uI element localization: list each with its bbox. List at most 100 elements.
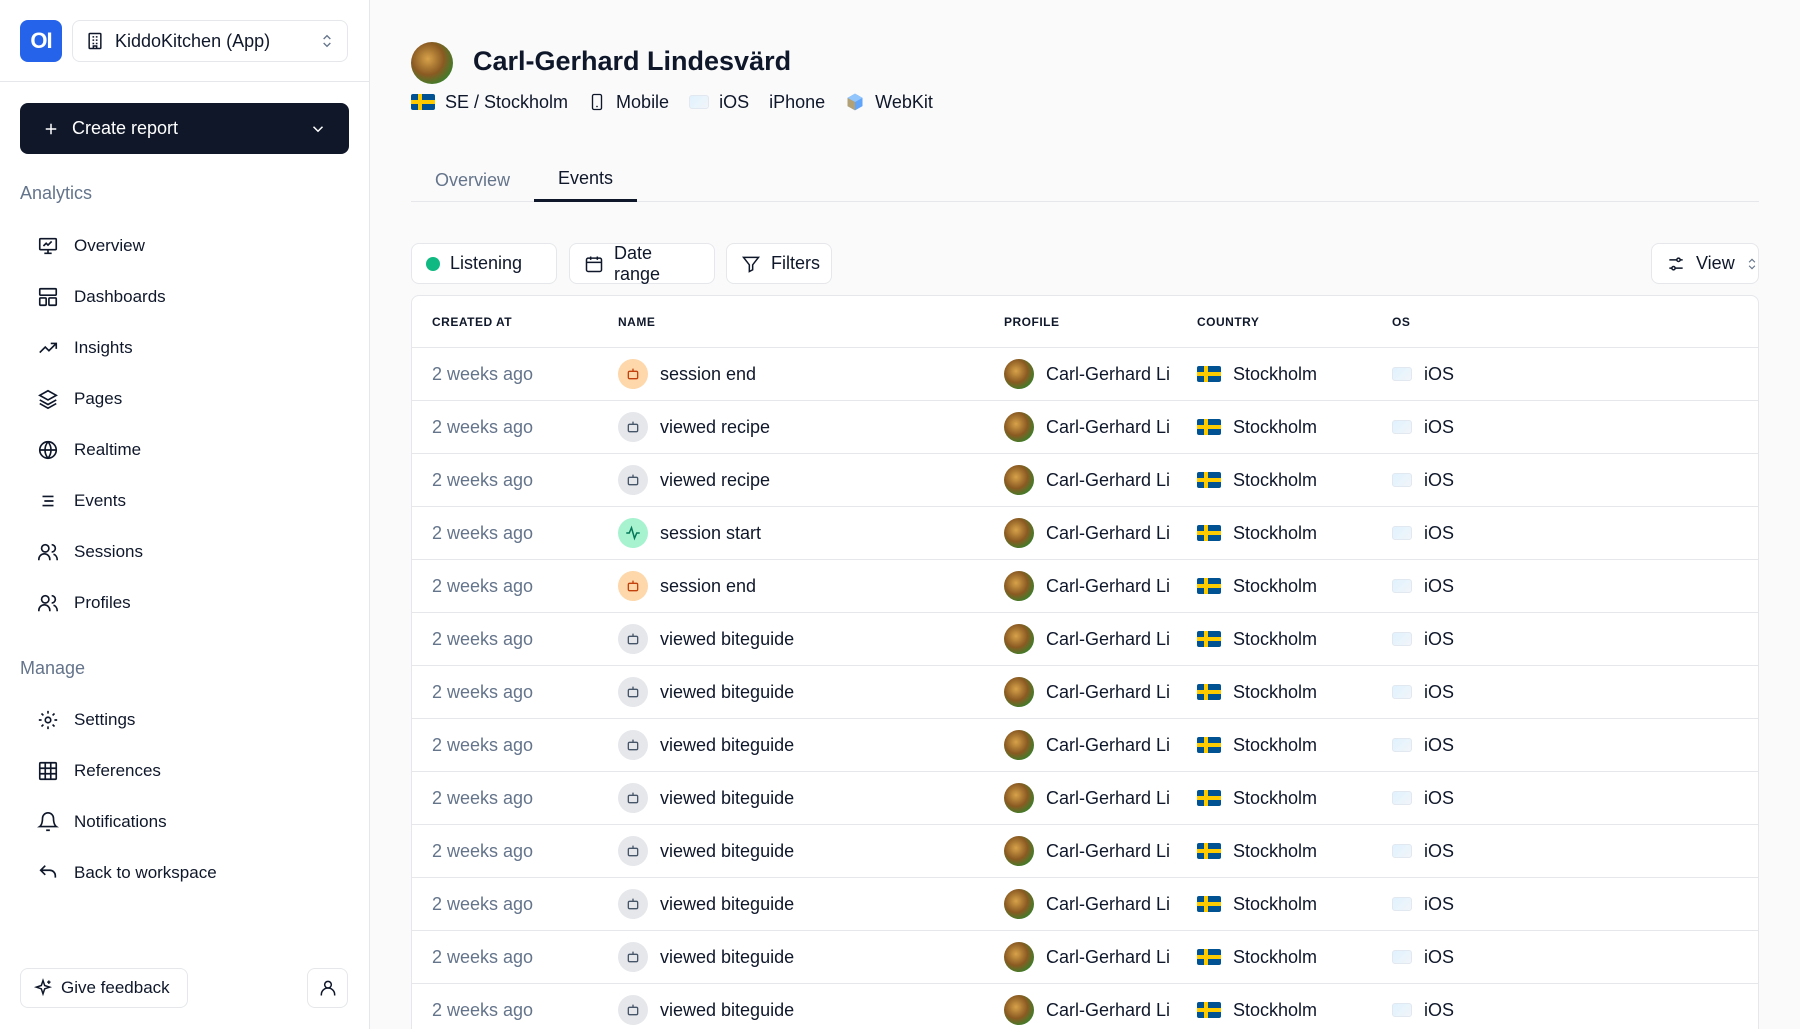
profile-cell[interactable]: Carl-Gerhard Li [1004,931,1170,983]
profile-name-text: Carl-Gerhard Li [1046,575,1171,596]
view-button[interactable]: View [1651,243,1759,284]
filter-icon [741,254,761,274]
sidebar-item-notifications[interactable]: Notifications [36,804,167,840]
created-at-cell: 2 weeks ago [432,878,533,930]
sidebar-item-insights[interactable]: Insights [36,330,133,366]
chevrons-up-down-icon [319,33,335,49]
name-cell[interactable]: viewed biteguide [618,666,794,718]
table-row[interactable]: 2 weeks ago viewed biteguide Carl-Gerhard … [412,772,1758,825]
profile-cell[interactable]: Carl-Gerhard Li [1004,666,1170,718]
name-cell[interactable]: session end [618,348,756,400]
tab-overview[interactable]: Overview [411,158,534,202]
give-feedback-button[interactable]: Give feedback [20,968,188,1008]
sidebar-item-dashboards[interactable]: Dashboards [36,279,166,315]
os-cell: iOS [1392,401,1454,453]
sidebar-item-back-to-workspace[interactable]: Back to workspace [36,855,217,891]
table-row[interactable]: 2 weeks ago viewed recipe Carl-Gerhard Li S… [412,401,1758,454]
sidebar-item-label: Back to workspace [74,863,217,882]
name-cell[interactable]: viewed biteguide [618,878,794,930]
header-created-at[interactable]: CREATED AT [432,315,512,329]
created-at-cell: 2 weeks ago [432,613,533,665]
name-cell[interactable]: session end [618,560,756,612]
profile-cell[interactable]: Carl-Gerhard Li [1004,613,1170,665]
profile-cell[interactable]: Carl-Gerhard Li [1004,772,1170,824]
name-cell[interactable]: viewed biteguide [618,719,794,771]
created-at-text: 2 weeks ago [432,787,534,808]
app-logo[interactable]: OI [20,20,62,62]
profile-cell[interactable]: Carl-Gerhard Li [1004,454,1170,506]
bot-icon [618,783,648,813]
events-toolbar: Listening Date range Filters View [411,243,1759,284]
sidebar-item-sessions[interactable]: Sessions [36,534,143,570]
chevron-down-icon[interactable] [309,120,327,138]
created-at-text: 2 weeks ago [432,893,534,914]
filters-label: Filters [771,253,820,273]
sidebar-item-overview[interactable]: Overview [36,228,145,264]
table-row[interactable]: 2 weeks ago viewed biteguide Carl-Gerhard … [412,931,1758,984]
presentation-icon [36,234,60,258]
name-cell[interactable]: viewed biteguide [618,772,794,824]
profile-cell[interactable]: Carl-Gerhard Li [1004,507,1170,559]
profile-cell[interactable]: Carl-Gerhard Li [1004,984,1170,1029]
header-profile[interactable]: PROFILE [1004,315,1060,329]
name-cell[interactable]: viewed recipe [618,454,770,506]
profile-name-text: Carl-Gerhard Li [1046,522,1171,543]
layout-icon [36,285,60,309]
name-cell[interactable]: viewed biteguide [618,825,794,877]
listening-button[interactable]: Listening [411,243,557,284]
header-country[interactable]: COUNTRY [1197,315,1259,329]
name-cell[interactable]: viewed recipe [618,401,770,453]
table-row[interactable]: 2 weeks ago viewed biteguide Carl-Gerhard … [412,878,1758,931]
create-report-button[interactable]: Create report [20,103,349,154]
sidebar-item-references[interactable]: References [36,753,161,789]
os-text: iOS [1424,628,1455,649]
header-name[interactable]: NAME [618,315,655,329]
profile-cell[interactable]: Carl-Gerhard Li [1004,878,1170,930]
user-menu-button[interactable] [307,968,348,1008]
table-row[interactable]: 2 weeks ago viewed recipe Carl-Gerhard Li S… [412,454,1758,507]
profile-avatar [411,42,453,84]
table-row[interactable]: 2 weeks ago viewed biteguide Carl-Gerhard … [412,666,1758,719]
sidebar-item-settings[interactable]: Settings [36,702,135,738]
country-cell: Stockholm [1197,507,1317,559]
profile-cell[interactable]: Carl-Gerhard Li [1004,719,1170,771]
sidebar-item-label: References [74,761,161,780]
name-cell[interactable]: session start [618,507,761,559]
profile-cell[interactable]: Carl-Gerhard Li [1004,560,1170,612]
table-row[interactable]: 2 weeks ago viewed biteguide Carl-Gerhard … [412,613,1758,666]
sidebar-item-realtime[interactable]: Realtime [36,432,141,468]
grid-icon [36,759,60,783]
table-row[interactable]: 2 weeks ago viewed biteguide Carl-Gerhard … [412,825,1758,878]
sweden-flag-icon [1197,949,1221,965]
country-cell: Stockholm [1197,719,1317,771]
table-row[interactable]: 2 weeks ago session end Carl-Gerhard Li Sto… [412,560,1758,613]
created-at-cell: 2 weeks ago [432,348,533,400]
created-at-cell: 2 weeks ago [432,772,533,824]
name-cell[interactable]: viewed biteguide [618,984,794,1029]
table-row[interactable]: 2 weeks ago viewed biteguide Carl-Gerhard … [412,719,1758,772]
name-cell[interactable]: viewed biteguide [618,931,794,983]
profile-cell[interactable]: Carl-Gerhard Li [1004,825,1170,877]
name-cell[interactable]: viewed biteguide [618,613,794,665]
date-range-button[interactable]: Date range [569,243,715,284]
table-row[interactable]: 2 weeks ago session start Carl-Gerhard Li S… [412,507,1758,560]
profile-cell[interactable]: Carl-Gerhard Li [1004,348,1170,400]
sidebar-item-profiles[interactable]: Profiles [36,585,131,621]
created-at-text: 2 weeks ago [432,575,534,596]
country-text: Stockholm [1233,893,1318,914]
tab-events[interactable]: Events [534,158,638,202]
created-at-cell: 2 weeks ago [432,560,533,612]
table-row[interactable]: 2 weeks ago viewed biteguide Carl-Gerhard … [412,984,1758,1029]
sidebar-item-events[interactable]: Events [36,483,126,519]
profile-cell[interactable]: Carl-Gerhard Li [1004,401,1170,453]
os-cell: iOS [1392,560,1454,612]
header-os[interactable]: OS [1392,315,1410,329]
table-row[interactable]: 2 weeks ago session end Carl-Gerhard Li Sto… [412,348,1758,401]
filters-button[interactable]: Filters [726,243,832,284]
ios-icon [1392,950,1412,964]
event-name-text: viewed biteguide [660,681,795,702]
profile-model: iPhone [769,92,825,113]
sidebar-item-pages[interactable]: Pages [36,381,122,417]
project-selector[interactable]: KiddoKitchen (App) [72,20,348,62]
event-name-text: viewed recipe [660,469,771,490]
